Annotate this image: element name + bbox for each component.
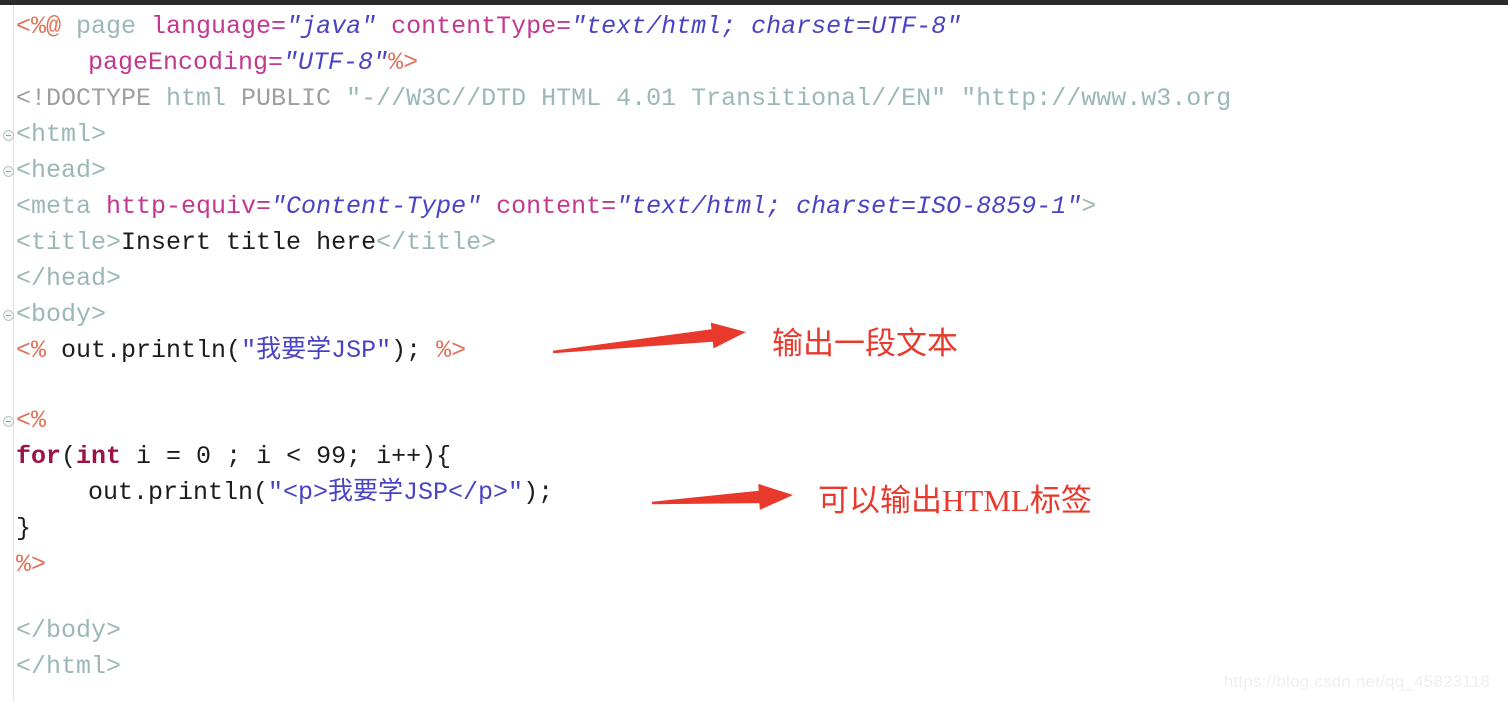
code-fold-marker[interactable] [3,416,14,427]
code-token: } [16,514,32,543]
code-token: ); [523,478,554,507]
code-line[interactable]: for(int i = 0 ; i < 99; i++){ [16,439,451,475]
code-token: PUBLIC [241,84,347,113]
code-token: <% [16,406,47,435]
csdn-watermark: https://blog.csdn.net/qq_45823118 [1223,672,1490,691]
code-line[interactable]: <meta http-equiv="Content-Type" content=… [16,189,1096,225]
code-token: i = 0 ; i < 99; i++){ [121,442,452,471]
code-token: </html> [16,652,122,681]
code-token: Insert title here [121,228,377,257]
code-line[interactable]: <title>Insert title here</title> [16,225,496,261]
code-line[interactable]: <%@ page language="java" contentType="te… [16,9,961,45]
code-line[interactable]: } [16,511,31,547]
code-token: content= [481,192,617,221]
code-token: out.println( [46,336,242,365]
code-token: </body> [16,616,122,645]
code-token: <html> [16,120,107,149]
code-token: "我要学JSP" [241,336,392,365]
code-line[interactable]: %> [16,547,46,583]
code-line[interactable]: pageEncoding="UTF-8"%> [88,45,418,81]
code-token: <title> [16,228,122,257]
code-token: "text/html; charset=ISO-8859-1" [616,192,1082,221]
code-token: html [166,84,242,113]
code-fold-marker[interactable] [3,130,14,141]
code-token: <!DOCTYPE [16,84,167,113]
code-line[interactable]: <% [16,403,46,439]
code-token: </head> [16,264,122,293]
code-token: "<p>我要学JSP</p>" [268,478,524,507]
code-token: %> [16,550,47,579]
code-token: "text/html; charset=UTF-8" [571,12,962,41]
annotation-arrow [651,483,793,510]
code-token: out.println( [88,478,269,507]
code-line[interactable]: <body> [16,297,106,333]
code-token: %> [388,48,419,77]
code-token: ( [61,442,77,471]
code-token: "-//W3C//DTD HTML 4.01 Transitional//EN"… [346,84,1232,113]
annotation-output-html-tag: 可以输出HTML标签 [818,483,1092,518]
code-line[interactable]: <html> [16,117,106,153]
code-token: for [16,442,62,471]
code-line[interactable]: </head> [16,261,121,297]
code-token: http-equiv= [106,192,272,221]
code-line[interactable]: </body> [16,613,121,649]
code-token: <% [16,336,47,365]
screenshot-root: <%@ page language="java" contentType="te… [0,0,1508,702]
code-token: </title> [376,228,497,257]
code-fold-marker[interactable] [3,166,14,177]
code-token: language= [151,12,287,41]
code-token: page [61,12,152,41]
code-token: <%@ [16,12,62,41]
code-token: > [1081,192,1097,221]
code-token: contentType= [376,12,572,41]
code-token: <head> [16,156,107,185]
code-token: "UTF-8" [283,48,389,77]
code-line[interactable]: <!DOCTYPE html PUBLIC "-//W3C//DTD HTML … [16,81,1231,117]
code-fold-marker[interactable] [3,310,14,321]
code-line[interactable]: out.println("<p>我要学JSP</p>"); [88,475,553,511]
code-line[interactable]: <% out.println("我要学JSP"); %> [16,333,466,369]
code-token: <meta [16,192,107,221]
code-token: <body> [16,300,107,329]
code-token: ); [391,336,437,365]
code-token: pageEncoding= [88,48,284,77]
code-token: int [76,442,122,471]
code-line[interactable]: </html> [16,649,121,685]
code-token: %> [436,336,467,365]
code-line[interactable]: <head> [16,153,106,189]
code-token: "java" [286,12,377,41]
annotation-output-text: 输出一段文本 [772,326,958,361]
code-token: "Content-Type" [271,192,482,221]
annotation-arrow [552,322,746,354]
